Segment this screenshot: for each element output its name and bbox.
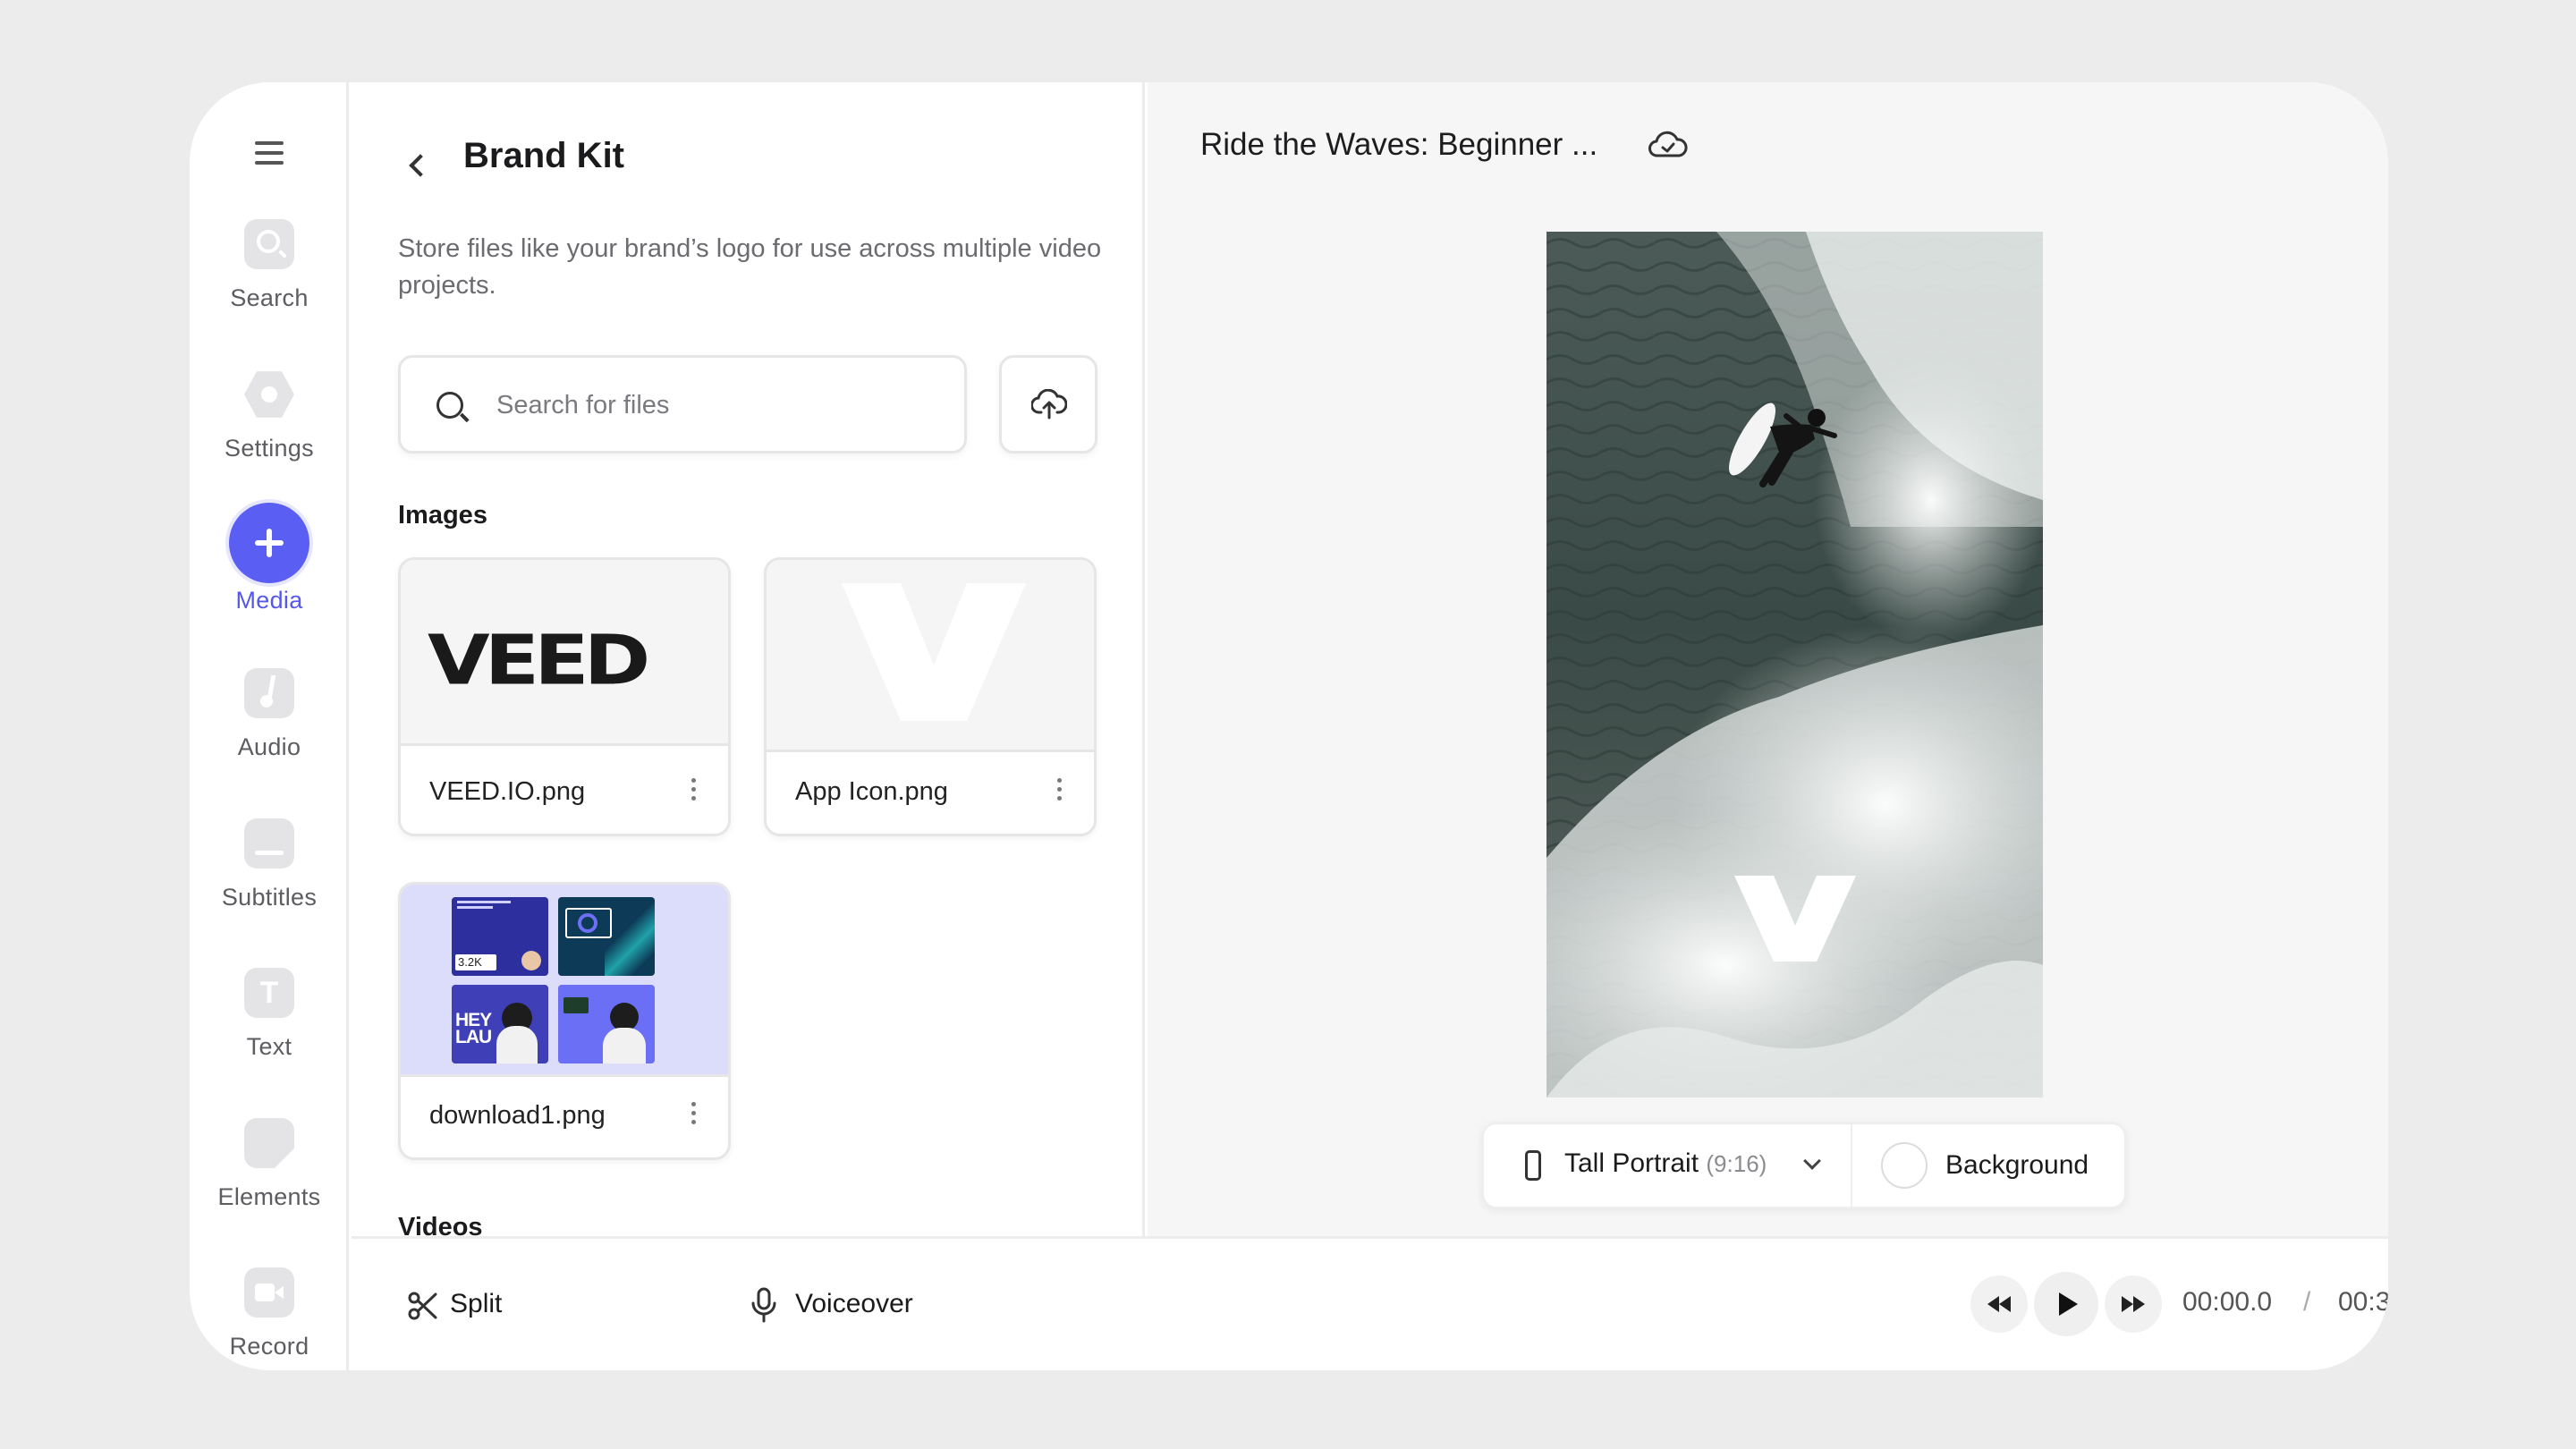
rail-label: Search [230, 284, 309, 311]
collage-tile: 3.2K [452, 897, 548, 976]
preview-area: Ride the Waves: Beginner ... Tall Portra… [1148, 82, 2388, 1236]
rail-label: Media [235, 587, 303, 614]
images-heading: Images [398, 501, 487, 530]
rewind-icon [1987, 1296, 2011, 1312]
elements-icon [244, 1118, 294, 1168]
project-title[interactable]: Ride the Waves: Beginner ... [1200, 127, 1597, 163]
timeline-toolbar: Split Voiceover 00:00.0 / 00:31.5 [352, 1236, 2388, 1370]
cloud-saved-icon[interactable] [1648, 131, 1688, 159]
image-thumbnail: VEED [401, 560, 728, 746]
image-file-name: download1.png [429, 1101, 606, 1130]
collage-tile [558, 897, 655, 976]
v-watermark-overlay [1734, 876, 1856, 962]
split-label: Split [450, 1289, 503, 1318]
rail-label: Settings [225, 435, 314, 462]
collage-stat: 3.2K [455, 954, 496, 970]
panel-title: Brand Kit [463, 136, 624, 175]
veed-logo-thumb: VEED [428, 620, 650, 701]
settings-icon [244, 369, 294, 419]
rail-item-record[interactable]: Record [190, 1267, 349, 1370]
record-icon [244, 1267, 294, 1318]
search-icon [244, 219, 294, 269]
image-file-name: VEED.IO.png [429, 777, 586, 806]
rail-item-audio[interactable]: Audio [190, 668, 349, 775]
upload-button[interactable] [999, 355, 1097, 453]
brand-kit-panel: Brand Kit Store files like your brand’s … [352, 82, 1145, 1241]
background-label: Background [1945, 1150, 2089, 1180]
play-icon [2059, 1292, 2078, 1316]
panel-description: Store files like your brand’s logo for u… [398, 234, 1102, 300]
more-options-icon[interactable] [1055, 778, 1063, 805]
rail-item-search[interactable]: Search [190, 219, 349, 326]
editor-window: Search Settings Media Audio Subtitles T … [190, 82, 2388, 1370]
rail-item-settings[interactable]: Settings [190, 369, 349, 477]
image-card-app-icon[interactable]: App Icon.png [764, 557, 1097, 836]
image-thumbnail [767, 560, 1094, 752]
play-button[interactable] [2034, 1272, 2098, 1336]
time-separator: / [2303, 1287, 2311, 1317]
collage-heading: HEY LAU [455, 1010, 492, 1047]
phone-portrait-icon [1525, 1150, 1541, 1181]
microphone-icon [751, 1287, 776, 1323]
rail-label: Record [229, 1333, 309, 1360]
rail-item-elements[interactable]: Elements [190, 1118, 349, 1225]
rewind-button[interactable] [1970, 1275, 2028, 1333]
more-options-icon[interactable] [689, 778, 698, 805]
video-preview[interactable] [1546, 232, 2043, 1097]
file-search-box[interactable] [398, 355, 967, 453]
cloud-upload-icon [1031, 389, 1067, 419]
rail-label: Elements [217, 1183, 321, 1210]
collage-preview: 3.2K HEY LAU [452, 894, 657, 1069]
aspect-ratio-dropdown[interactable]: Tall Portrait (9:16) [1484, 1124, 1852, 1207]
back-arrow-icon[interactable] [402, 147, 434, 182]
aspect-ratio-value: (9:16) [1706, 1150, 1767, 1177]
chevron-down-icon [1803, 1152, 1821, 1170]
collage-tile: HEY LAU [452, 985, 548, 1063]
more-options-icon[interactable] [689, 1102, 698, 1129]
voiceover-label: Voiceover [795, 1289, 913, 1318]
hamburger-menu-icon[interactable] [251, 136, 287, 172]
search-icon [436, 392, 463, 419]
left-rail: Search Settings Media Audio Subtitles T … [190, 82, 349, 1370]
total-duration: 00:31.5 [2338, 1287, 2388, 1317]
aspect-name: Tall Portrait [1564, 1148, 1699, 1178]
aspect-ratio-label: Tall Portrait (9:16) [1564, 1148, 1767, 1179]
text-icon: T [244, 968, 294, 1018]
music-note-icon [244, 668, 294, 718]
surf-video-frame [1546, 232, 2043, 1097]
fast-forward-icon [2122, 1296, 2145, 1312]
background-button[interactable]: Background [1854, 1124, 2126, 1207]
plus-icon [229, 503, 309, 583]
fast-forward-button[interactable] [2105, 1275, 2162, 1333]
rail-item-text[interactable]: T Text [190, 968, 349, 1075]
rail-item-subtitles[interactable]: Subtitles [190, 818, 349, 926]
collage-tile [558, 985, 655, 1063]
rail-label: Audio [237, 733, 301, 760]
image-card-veed[interactable]: VEED VEED.IO.png [398, 557, 731, 836]
rail-label: Text [246, 1033, 292, 1060]
rail-item-media[interactable]: Media [190, 503, 349, 625]
rail-label: Subtitles [221, 884, 318, 911]
image-file-name: App Icon.png [795, 777, 948, 806]
file-search-input[interactable] [496, 383, 944, 428]
subtitles-icon [244, 818, 294, 869]
v-logo-thumb [842, 583, 1026, 721]
scissors-icon [408, 1292, 437, 1320]
image-card-download1[interactable]: 3.2K HEY LAU download1.png [398, 882, 731, 1160]
canvas-settings-bar: Tall Portrait (9:16) Background [1482, 1123, 2126, 1208]
background-color-swatch [1881, 1142, 1928, 1189]
current-time: 00:00.0 [2182, 1287, 2273, 1317]
image-thumbnail: 3.2K HEY LAU [401, 885, 728, 1077]
